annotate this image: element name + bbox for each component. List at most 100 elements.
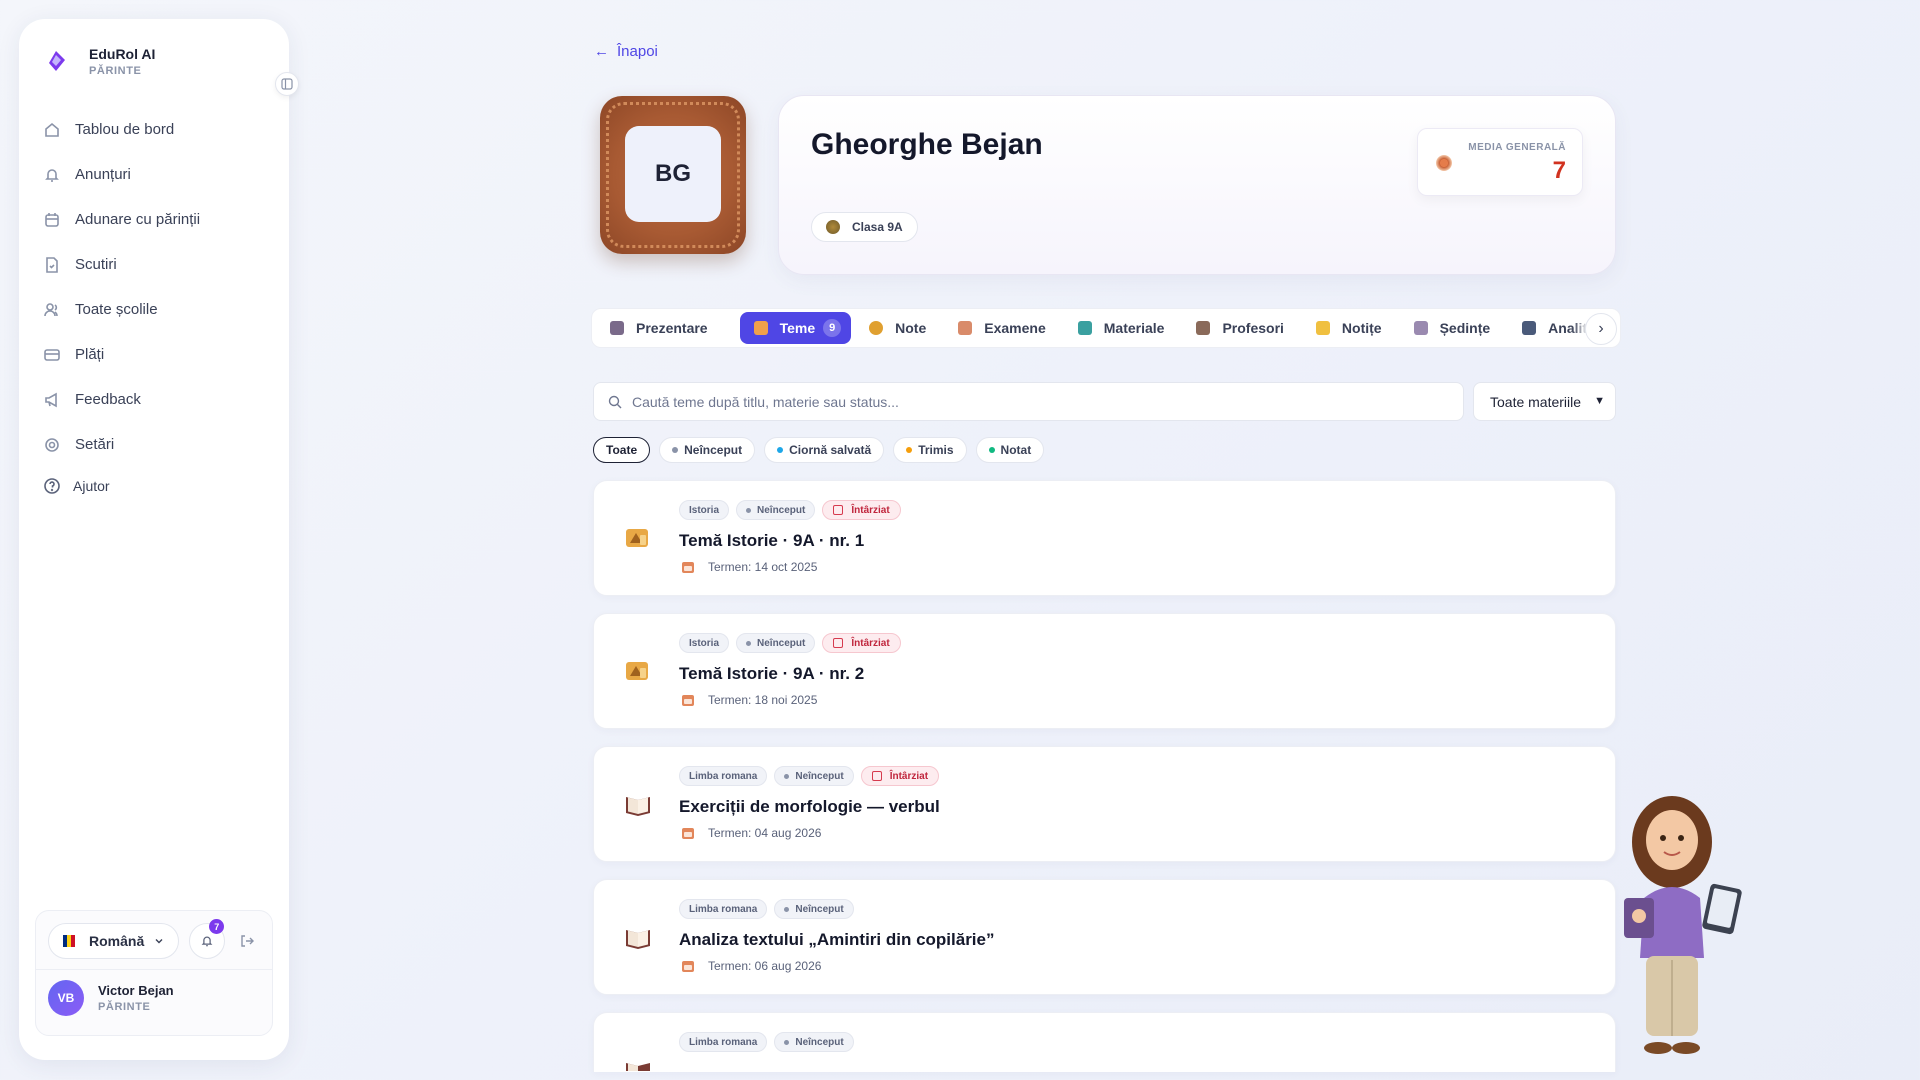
student-profile-card: Gheorghe Bejan Clasa 9A MEDIA GENERALĂ 7: [778, 95, 1616, 275]
notifications-button[interactable]: 7: [189, 919, 226, 959]
logout-icon: [241, 935, 255, 947]
average-label: MEDIA GENERALĂ: [1468, 142, 1566, 153]
filter-label: Toate: [606, 443, 638, 457]
tab-label: Materiale: [1103, 320, 1165, 336]
class-chip: Clasa 9A: [811, 212, 918, 242]
sidebar-item-exemptions[interactable]: Scutiri: [43, 242, 265, 287]
homework-title: Exerciții de morfologie — verbul: [679, 797, 940, 816]
alarm-icon: [871, 771, 882, 781]
sidebar-item-feedback[interactable]: Feedback: [43, 377, 265, 422]
sidebar-item-label: Adunare cu părinții: [75, 211, 201, 228]
average-grade-box: MEDIA GENERALĂ 7: [1417, 128, 1583, 196]
calendar-icon: [682, 960, 694, 972]
subject-filter-value: Toate materiile: [1490, 393, 1582, 410]
tab-exams[interactable]: Examene: [958, 312, 1059, 344]
homework-card[interactable]: Limba romana Neînceput Analiza textului …: [593, 879, 1616, 995]
bell-icon: [201, 936, 213, 947]
sidebar-item-parent-meeting[interactable]: Adunare cu părinții: [43, 197, 265, 242]
chevron-down-icon: [155, 939, 163, 944]
history-icon: [626, 529, 648, 547]
analytics-icon: [1522, 321, 1537, 335]
tab-overview[interactable]: Prezentare: [610, 312, 722, 344]
help-icon: [44, 478, 60, 494]
sidebar-item-settings[interactable]: Setări: [43, 422, 265, 467]
status-tag: Neînceput: [774, 766, 854, 786]
homework-card[interactable]: Limba romana Neînceput: [593, 1012, 1616, 1072]
filter-label: Notat: [1000, 443, 1032, 457]
status-dot-icon: [906, 447, 913, 453]
user-profile[interactable]: VB Victor Bejan PĂRINTE: [36, 970, 272, 1026]
average-value: 7: [1552, 157, 1566, 184]
tab-label: Prezentare: [636, 320, 708, 336]
bell-icon: [45, 168, 59, 182]
sidebar-item-payments[interactable]: Plăți: [43, 332, 265, 377]
student-initials: BG: [625, 126, 721, 222]
back-link[interactable]: ← Înapoi: [594, 43, 658, 60]
tab-label: Profesori: [1222, 320, 1284, 336]
subject-tag: Istoria: [679, 633, 730, 653]
book-icon: [624, 1057, 652, 1080]
sidebar-item-announcements[interactable]: Anunțuri: [43, 152, 265, 197]
home-icon: [45, 122, 59, 137]
arrow-left-icon: ←: [594, 43, 609, 60]
homework-card[interactable]: Istoria Neînceput Întârziat Temă Istorie…: [593, 480, 1616, 596]
logout-button[interactable]: [239, 933, 255, 949]
tab-label: Examene: [984, 320, 1046, 336]
alarm-icon: [833, 505, 844, 515]
status-dot-icon: [988, 447, 995, 453]
language-label: Română: [89, 933, 145, 949]
materials-icon: [1077, 321, 1092, 335]
status-tag: Neînceput: [736, 500, 816, 520]
tab-notes[interactable]: Notițe: [1315, 312, 1396, 344]
megaphone-icon: [45, 392, 57, 407]
filter-submitted[interactable]: Trimis: [893, 437, 967, 463]
tab-grades[interactable]: Note: [869, 312, 940, 344]
tab-meetings[interactable]: Ședințe: [1413, 312, 1505, 344]
student-portrait: BG: [600, 96, 746, 254]
book-icon: [626, 930, 650, 949]
user-name: Victor Bejan: [98, 983, 174, 998]
subject-tag: Limba romana: [679, 1032, 768, 1052]
filter-not-started[interactable]: Neînceput: [659, 437, 756, 463]
tabs-scroll-right-button[interactable]: ›: [1585, 313, 1617, 345]
homework-title: Analiza textului „Amintiri din copilărie…: [679, 930, 995, 949]
filter-graded[interactable]: Notat: [975, 437, 1045, 463]
calendar-icon: [45, 212, 59, 227]
brand-name: EduRol AI: [89, 45, 156, 62]
tab-materials[interactable]: Materiale: [1077, 312, 1179, 344]
status-tag: Neînceput: [736, 633, 816, 653]
homework-card[interactable]: Limba romana Neînceput Întârziat Exerciț…: [593, 746, 1616, 862]
homework-card[interactable]: Istoria Neînceput Întârziat Temă Istorie…: [593, 613, 1616, 729]
language-select[interactable]: Română: [48, 923, 180, 959]
calendar-icon: [682, 694, 694, 706]
subject-filter-select[interactable]: Toate materiile ▼: [1473, 382, 1616, 421]
tab-label: Notițe: [1341, 320, 1382, 336]
users-icon: [44, 302, 58, 316]
brand-role: PĂRINTE: [89, 64, 142, 77]
sidebar-item-label: Scutiri: [75, 256, 117, 273]
grades-icon: [869, 321, 884, 335]
exams-icon: [958, 321, 973, 335]
subject-tag: Istoria: [679, 500, 730, 520]
tab-homework[interactable]: Teme 9: [739, 312, 852, 344]
teachers-icon: [1196, 321, 1211, 335]
class-label: Clasa 9A: [852, 220, 903, 234]
filter-all[interactable]: Toate: [593, 437, 651, 463]
homework-due: Termen: 04 aug 2026: [682, 826, 821, 840]
brand-logo-icon: [49, 51, 65, 71]
sidebar-collapse-button[interactable]: [275, 72, 299, 96]
sidebar-item-help[interactable]: Ajutor: [43, 467, 265, 505]
search-input[interactable]: [632, 393, 1463, 410]
tab-teachers[interactable]: Profesori: [1196, 312, 1297, 344]
tab-count-badge: 9: [823, 319, 842, 337]
romania-flag-icon: [63, 935, 75, 947]
homework-icon: [753, 321, 768, 335]
filter-draft[interactable]: Ciornă salvată: [764, 437, 885, 463]
chevron-right-icon: ›: [1598, 320, 1604, 337]
history-icon: [626, 662, 648, 680]
sidebar-item-label: Tablou de bord: [75, 121, 175, 138]
status-dot-icon: [672, 447, 679, 453]
sidebar-item-dashboard[interactable]: Tablou de bord: [43, 107, 265, 152]
sidebar-item-schools[interactable]: Toate școlile: [43, 287, 265, 332]
homework-search: [593, 382, 1464, 421]
